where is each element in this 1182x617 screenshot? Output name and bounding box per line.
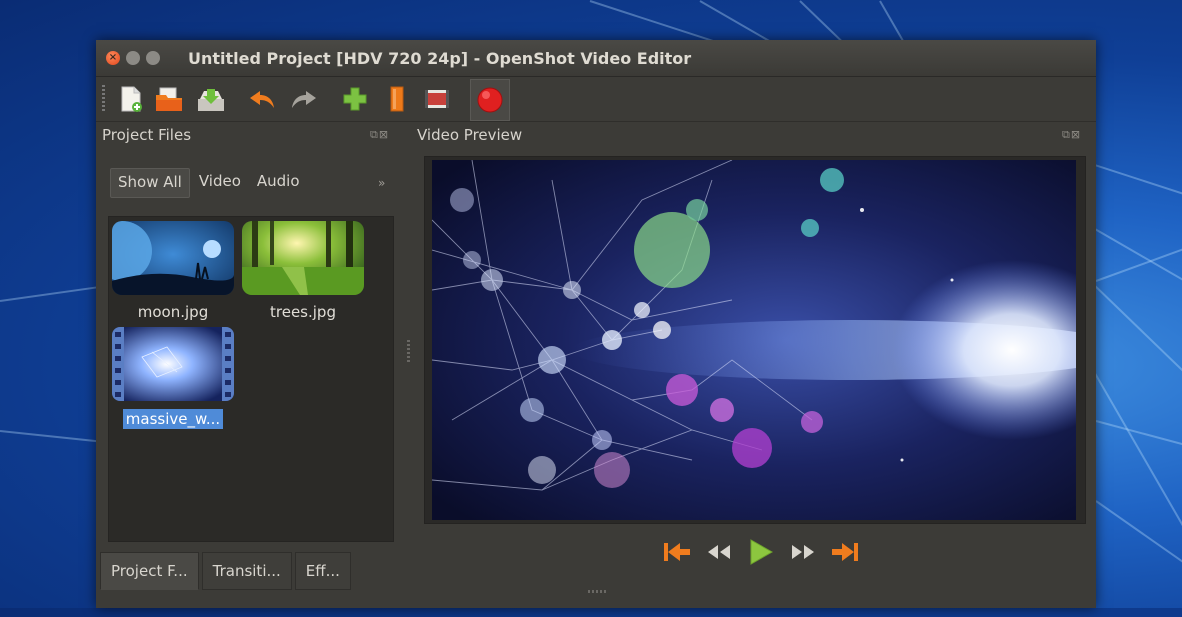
red-record-icon xyxy=(477,87,503,113)
maximize-window-button[interactable] xyxy=(146,51,160,65)
orange-bar-icon xyxy=(390,86,404,112)
tab-project-files[interactable]: Project F... xyxy=(100,552,199,590)
filter-show-all[interactable]: Show All xyxy=(110,168,190,198)
undo-button[interactable] xyxy=(248,83,278,115)
more-filters-button[interactable]: » xyxy=(378,176,385,190)
close-icon: × xyxy=(108,52,118,63)
tab-transitions[interactable]: Transiti... xyxy=(201,552,292,590)
file-name-selected[interactable]: massive_w... xyxy=(122,409,224,429)
jump-end-icon xyxy=(832,543,858,561)
trees-thumbnail xyxy=(242,221,364,295)
jump-start-button[interactable] xyxy=(656,536,698,568)
fast-forward-button[interactable] xyxy=(782,536,824,568)
title-bar: × Untitled Project [HDV 720 24p] - OpenS… xyxy=(96,40,1096,77)
filter-video[interactable]: Video xyxy=(192,168,248,198)
file-item-moon[interactable]: moon.jpg xyxy=(111,221,235,321)
green-plus-icon xyxy=(343,87,367,111)
toolbar-grip[interactable] xyxy=(102,85,105,111)
openshot-window: × Untitled Project [HDV 720 24p] - OpenS… xyxy=(96,40,1096,608)
video-thumbnail xyxy=(112,327,234,401)
filter-audio[interactable]: Audio xyxy=(250,168,307,198)
project-files-heading: Project Files xyxy=(102,126,192,144)
window-title: Untitled Project [HDV 720 24p] - OpenSho… xyxy=(188,49,692,68)
tab-effects[interactable]: Eff... xyxy=(294,552,351,590)
panel-splitter[interactable] xyxy=(407,340,410,364)
file-name: trees.jpg xyxy=(270,303,336,321)
film-icon xyxy=(425,90,449,108)
export-video-button[interactable] xyxy=(470,79,510,121)
file-name: moon.jpg xyxy=(137,303,209,321)
redo-button[interactable] xyxy=(288,83,318,115)
playback-controls xyxy=(656,536,866,568)
fast-forward-icon xyxy=(792,545,814,559)
redo-arrow-icon xyxy=(292,91,316,108)
project-files-dock-buttons[interactable]: ⧉⊠ xyxy=(370,128,389,142)
close-window-button[interactable]: × xyxy=(106,51,120,65)
undo-arrow-icon xyxy=(250,91,274,108)
open-project-button[interactable] xyxy=(154,83,184,115)
video-preview-heading: Video Preview xyxy=(417,126,523,144)
float-icon[interactable]: ⧉ xyxy=(370,128,379,141)
file-item-trees[interactable]: trees.jpg xyxy=(241,221,365,321)
close-dock-icon[interactable]: ⊠ xyxy=(1071,128,1081,141)
video-preview-dock-buttons[interactable]: ⧉⊠ xyxy=(1062,128,1081,142)
import-files-button[interactable] xyxy=(340,83,370,115)
jump-start-icon xyxy=(664,543,690,561)
bottom-dock-tabs: Project F... Transiti... Eff... xyxy=(100,552,354,590)
open-folder-icon xyxy=(156,87,182,111)
play-button[interactable] xyxy=(740,536,782,568)
save-download-icon xyxy=(198,89,224,111)
float-icon[interactable]: ⧉ xyxy=(1062,128,1071,141)
new-project-button[interactable] xyxy=(116,83,146,115)
rewind-icon xyxy=(708,545,730,559)
moon-thumbnail xyxy=(112,221,234,295)
main-toolbar xyxy=(96,77,1096,122)
minimize-window-button[interactable] xyxy=(126,51,140,65)
project-files-list: moon.jpg trees.jpg massive_w... xyxy=(108,216,394,542)
timeline-splitter[interactable] xyxy=(588,590,608,593)
fullscreen-button[interactable] xyxy=(422,83,452,115)
play-icon xyxy=(750,539,774,565)
jump-end-button[interactable] xyxy=(824,536,866,568)
choose-profile-button[interactable] xyxy=(382,83,412,115)
save-project-button[interactable] xyxy=(196,83,226,115)
file-item-massive[interactable]: massive_w... xyxy=(111,327,235,429)
new-file-icon xyxy=(121,86,142,112)
video-preview-canvas xyxy=(432,160,1076,520)
file-filter-tabs: Show All Video Audio xyxy=(110,168,309,198)
close-dock-icon[interactable]: ⊠ xyxy=(379,128,389,141)
rewind-button[interactable] xyxy=(698,536,740,568)
